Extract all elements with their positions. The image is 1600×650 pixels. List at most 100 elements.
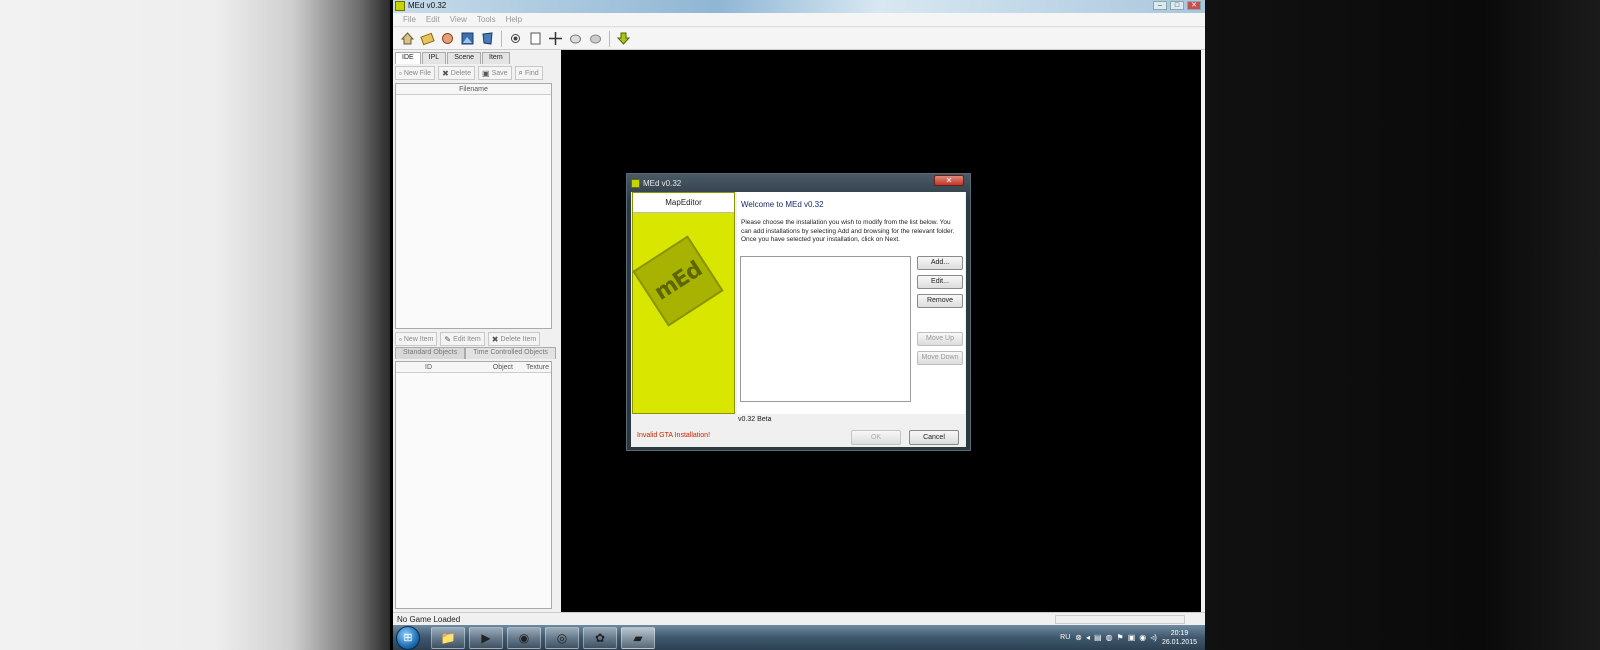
toolbar: [393, 28, 1205, 50]
shield-icon[interactable]: ◉: [1139, 633, 1146, 642]
hand-icon[interactable]: [567, 31, 584, 47]
cancel-button[interactable]: Cancel: [909, 430, 959, 445]
file-list[interactable]: Filename: [395, 83, 552, 329]
delete-icon: ✖: [442, 68, 449, 78]
welcome-area: Welcome to MEd v0.32 Please choose the i…: [737, 192, 965, 414]
image-icon[interactable]: [459, 31, 476, 47]
close-button[interactable]: ✕: [1187, 1, 1201, 10]
med-taskbar-icon[interactable]: ▰: [621, 627, 655, 649]
network-icon[interactable]: ▤: [1094, 633, 1102, 642]
firefox-taskbar-icon[interactable]: ◉: [507, 627, 541, 649]
home-icon[interactable]: [399, 31, 416, 47]
column-id[interactable]: ID: [396, 362, 461, 372]
welcome-instructions: Please choose the installation you wish …: [741, 219, 961, 245]
menu-file[interactable]: File: [398, 13, 421, 26]
new-item-label: New Item: [403, 335, 434, 343]
new-file-button[interactable]: ▫ New File: [395, 66, 436, 80]
download-arrow-icon[interactable]: [615, 31, 632, 47]
column-texture[interactable]: Texture: [513, 362, 549, 372]
delete-item-label: Delete Item: [500, 335, 537, 343]
start-button[interactable]: ⊞: [396, 626, 420, 650]
chrome-taskbar-icon[interactable]: ◎: [545, 627, 579, 649]
toolbar-separator: [609, 31, 610, 47]
app-icon: [395, 1, 405, 11]
med-logo: mEd: [632, 235, 724, 327]
object-list[interactable]: ID Object Texture: [395, 361, 552, 609]
tray-icons: ⊗ ◂ ▤ ◍ ⚑ ▣ ◉ ◃): [1075, 633, 1157, 642]
delete-item-button[interactable]: ✖ Delete Item: [487, 332, 541, 346]
antivirus-icon[interactable]: ⊗: [1075, 633, 1082, 642]
edit-icon: ✎: [444, 334, 452, 344]
add-button[interactable]: Add...: [917, 256, 963, 270]
record-icon[interactable]: [507, 31, 524, 47]
new-item-button[interactable]: ▫ New Item: [395, 332, 438, 346]
find-file-button[interactable]: ⌕ Find: [514, 66, 543, 80]
arrow-icon[interactable]: ◂: [1086, 633, 1090, 642]
language-indicator[interactable]: RU: [1060, 634, 1070, 641]
move-down-button[interactable]: Move Down: [917, 351, 963, 365]
page-icon[interactable]: [527, 31, 544, 47]
new-file-label: New File: [403, 69, 432, 77]
dialog-close-button[interactable]: ✕: [934, 175, 964, 186]
clock-time: 20:19: [1170, 629, 1189, 637]
window-title: MEd v0.32: [408, 1, 447, 10]
status-bar: No Game Loaded: [393, 612, 1205, 625]
menu-view[interactable]: View: [445, 13, 472, 26]
tab-ide[interactable]: IDE: [395, 52, 421, 64]
file-list-header: Filename: [396, 84, 551, 95]
tab-scene[interactable]: Scene: [447, 52, 482, 64]
tab-ipl[interactable]: IPL: [421, 52, 447, 64]
welcome-title: Welcome to MEd v0.32: [741, 200, 824, 209]
delete-file-button[interactable]: ✖ Delete: [438, 66, 476, 80]
explorer-taskbar-icon[interactable]: 📁: [431, 627, 465, 649]
taskbar: ⊞ 📁 ▶ ◉ ◎ ✿ ▰ RU ⊗ ◂ ▤ ◍ ⚑ ▣ ◉ ◃) 20:19 …: [393, 625, 1205, 650]
clock[interactable]: 20:19 26.01.2015: [1162, 629, 1197, 647]
volume-icon[interactable]: ◃): [1150, 633, 1157, 642]
tab-item[interactable]: Item: [482, 52, 510, 64]
ok-button[interactable]: OK: [851, 430, 901, 445]
file-button-row: ▫ New File ✖ Delete ▣ Save ⌕ Find: [395, 66, 543, 80]
hand-open-icon[interactable]: [587, 31, 604, 47]
edit-item-button[interactable]: ✎ Edit Item: [440, 332, 485, 346]
logo-text: mEd: [649, 256, 707, 306]
dialog-app-icon: [631, 178, 640, 188]
save-file-button[interactable]: ▣ Save: [478, 66, 512, 80]
delete-item-icon: ✖: [491, 334, 499, 344]
menu-bar: File Edit View Tools Help: [393, 13, 1205, 27]
new-item-icon: ▫: [399, 334, 402, 344]
object-list-header: ID Object Texture: [396, 362, 551, 373]
tab-time-controlled-objects[interactable]: Time Controlled Objects: [465, 347, 556, 359]
dialog-title-bar[interactable]: MEd v0.32: [631, 177, 681, 189]
installation-list[interactable]: [740, 256, 911, 402]
background-left-blur: [0, 0, 390, 650]
title-bar[interactable]: MEd v0.32 – □ ✕: [393, 0, 1205, 13]
map-icon[interactable]: [479, 31, 496, 47]
status-field: [1055, 615, 1185, 624]
move-icon[interactable]: [547, 31, 564, 47]
menu-tools[interactable]: Tools: [472, 13, 501, 26]
version-label: v0.32 Beta: [738, 416, 772, 423]
update-icon[interactable]: ◍: [1106, 633, 1113, 642]
instructions-paragraph-1: Please choose the installation you wish …: [741, 219, 955, 235]
display-icon[interactable]: ▣: [1128, 633, 1136, 642]
open-icon[interactable]: [419, 31, 436, 47]
toolbar-separator: [501, 31, 502, 47]
tool-icon[interactable]: [439, 31, 456, 47]
column-object[interactable]: Object: [461, 362, 513, 372]
maximize-button[interactable]: □: [1170, 1, 1184, 10]
flag-icon[interactable]: ⚑: [1117, 633, 1124, 642]
object-tabs: Standard Objects Time Controlled Objects: [395, 347, 556, 359]
edit-button[interactable]: Edit...: [917, 275, 963, 289]
move-up-button[interactable]: Move Up: [917, 332, 963, 346]
remove-button[interactable]: Remove: [917, 294, 963, 308]
tab-standard-objects[interactable]: Standard Objects: [395, 347, 466, 359]
column-filename[interactable]: Filename: [396, 84, 551, 94]
menu-edit[interactable]: Edit: [421, 13, 445, 26]
media-player-taskbar-icon[interactable]: ▶: [469, 627, 503, 649]
menu-help[interactable]: Help: [501, 13, 527, 26]
system-tray: RU ⊗ ◂ ▤ ◍ ⚑ ▣ ◉ ◃) 20:19 26.01.2015: [1060, 625, 1197, 650]
minimize-button[interactable]: –: [1153, 1, 1167, 10]
icq-taskbar-icon[interactable]: ✿: [583, 627, 617, 649]
edit-item-label: Edit Item: [453, 335, 481, 343]
save-icon: ▣: [482, 68, 490, 78]
